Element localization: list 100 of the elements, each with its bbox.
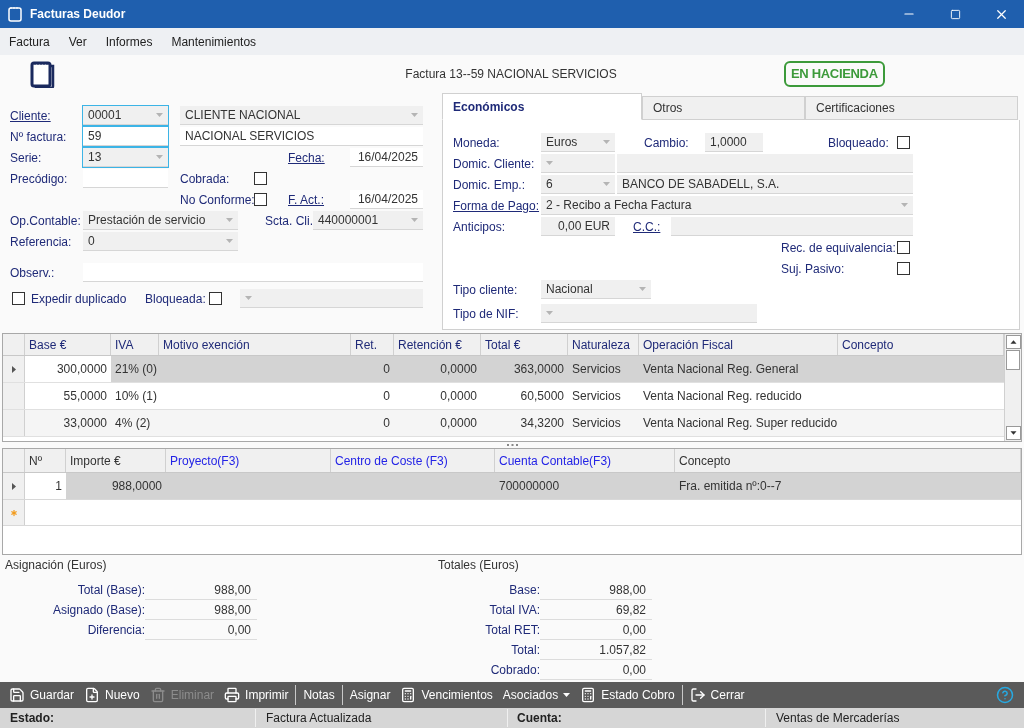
caret-icon [546, 311, 553, 315]
text-field[interactable]: 16/04/2025 [350, 148, 423, 167]
table-cell-text: Servicios [571, 361, 622, 378]
table-row[interactable]: 300,0000 21% (0) 0 0,0000 363,0000 Servicios Venta Nacional Reg. General [3, 356, 1004, 383]
dropdown[interactable]: Prestación de servicio [83, 211, 238, 230]
column-header[interactable]: Total € [481, 334, 568, 355]
dropdown[interactable]: 2 - Recibo a Fecha Factura [541, 196, 913, 215]
field-label[interactable]: Forma de Pago: [453, 196, 541, 215]
dropdown[interactable]: 00001 [83, 106, 168, 125]
toolbar-button[interactable]: Nuevo [79, 684, 145, 706]
column-header[interactable]: Proyecto(F3) [166, 449, 331, 472]
scroll-up-icon[interactable] [1006, 335, 1021, 349]
total-value: 0,00 [540, 620, 652, 640]
calculator-icon [400, 687, 417, 703]
column-header[interactable]: Ret. [351, 334, 394, 355]
column-header[interactable]: Base € [25, 334, 111, 355]
dropdown[interactable]: 13 [83, 148, 168, 167]
field-label: Domic. Emp.: [453, 176, 526, 194]
text-field[interactable]: 16/04/2025 [350, 190, 423, 209]
scroll-down-icon[interactable] [1006, 426, 1021, 440]
total-value: 988,00 [145, 580, 257, 600]
dropdown[interactable]: 6 [541, 175, 615, 194]
tab[interactable]: Certificaciones [805, 96, 1018, 120]
text-field[interactable] [83, 169, 168, 188]
text-field[interactable]: 1,0000 [705, 133, 763, 152]
table-cell-text: 60,5000 [519, 388, 565, 405]
toolbar-button[interactable]: Asignar [344, 684, 396, 706]
table-cell-text: 988,0000 [110, 478, 163, 495]
table-cell-text: Venta Nacional Reg. reducido [642, 388, 803, 405]
field-label: Cambio: [644, 134, 690, 152]
text-field[interactable]: 59 [83, 127, 168, 146]
table-row[interactable]: 1 988,0000 700000000 Fra. emitida nº:0--7 [3, 473, 1021, 500]
toolbar-button[interactable]: Imprimir [219, 684, 294, 706]
table-row[interactable]: 55,0000 10% (1) 0 0,0000 60,5000 Servicios Venta Nacional Reg. reducido [3, 383, 1004, 410]
scroll-thumb[interactable] [1006, 350, 1020, 370]
checkbox[interactable] [897, 241, 910, 254]
dropdown[interactable]: 440000001 [313, 211, 423, 230]
text-field[interactable] [617, 154, 913, 173]
tab[interactable]: Económicos [442, 93, 642, 120]
text-field[interactable] [83, 263, 423, 282]
field-label: Scta. Cli. [265, 212, 313, 230]
column-header[interactable]: Motivo exención [159, 334, 351, 355]
tab[interactable]: Otros [642, 96, 805, 120]
help-icon[interactable] [996, 686, 1014, 704]
menu-item[interactable]: Ver [68, 32, 87, 51]
checkbox[interactable] [254, 193, 267, 206]
column-header[interactable]: Operación Fiscal [639, 334, 838, 355]
toolbar-button[interactable]: Cerrar [684, 684, 750, 706]
menu-item[interactable]: Mantenimientos [171, 32, 257, 51]
maximize-icon [949, 8, 961, 20]
checkbox[interactable] [897, 136, 910, 149]
toolbar-button[interactable]: Estado Cobro [575, 684, 680, 706]
dropdown[interactable]: 0 [83, 232, 238, 251]
dropdown[interactable]: Euros [541, 133, 615, 152]
table-cell-text: Fra. emitida nº:0--7 [678, 478, 783, 495]
total-value: 0,00 [540, 660, 652, 680]
menu-item[interactable]: Factura [9, 32, 50, 51]
field-label[interactable]: Fecha: [288, 148, 350, 167]
column-header[interactable]: Retención € [394, 334, 481, 355]
dropdown[interactable]: CLIENTE NACIONAL [180, 106, 423, 125]
scrollbar[interactable] [1004, 334, 1021, 441]
table-cell: 300,0000 [25, 356, 111, 382]
checkbox[interactable] [209, 292, 222, 305]
dropdown[interactable]: Nacional [541, 280, 651, 299]
toolbar-button[interactable]: Notas [298, 684, 340, 706]
window-title: Facturas Deudor [30, 6, 126, 23]
text-field[interactable]: BANCO DE SABADELL, S.A. [617, 175, 913, 194]
table-row[interactable]: 33,0000 4% (2) 0 0,0000 34,3200 Servicios Venta Nacional Reg. Super reducido [3, 410, 1004, 437]
table-cell-text: 0,0000 [439, 415, 478, 432]
column-header[interactable]: Cuenta Contable(F3) [495, 449, 675, 472]
column-header[interactable]: Naturaleza [568, 334, 639, 355]
field-label[interactable]: C.C.: [633, 217, 671, 236]
notepad-icon [30, 60, 56, 88]
table-cell-text: 0,0000 [439, 361, 478, 378]
text-field[interactable] [671, 217, 913, 236]
field-label[interactable]: F. Act.: [288, 190, 350, 209]
field-label: Precódigo: [10, 170, 69, 188]
status-label: Estado: [0, 709, 256, 727]
caret-icon [546, 161, 553, 165]
toolbar-button[interactable]: Vencimientos [395, 684, 498, 706]
text-field[interactable]: NACIONAL SERVICIOS [180, 127, 423, 146]
table-cell-text: Venta Nacional Reg. Super reducido [642, 415, 838, 432]
toolbar-button[interactable]: Guardar [4, 684, 80, 706]
column-header[interactable]: Concepto [675, 449, 1021, 472]
text-field[interactable]: 0,00 EUR [541, 217, 615, 236]
table-cell-text: 4% (2) [114, 415, 152, 432]
toolbar-button[interactable]: Asociados [497, 684, 576, 706]
field-label[interactable]: Cliente: [10, 106, 83, 125]
caret-icon [563, 693, 571, 697]
column-header[interactable]: Importe € [66, 449, 166, 472]
checkbox[interactable] [12, 292, 25, 305]
column-header[interactable]: Nº [25, 449, 66, 472]
total-label: Total: [510, 642, 540, 659]
total-label: Cobrado: [489, 662, 540, 679]
menu-item[interactable]: Informes [105, 32, 153, 51]
column-header[interactable]: IVA [111, 334, 159, 355]
checkbox[interactable] [897, 262, 910, 275]
checkbox[interactable] [254, 172, 267, 185]
column-header[interactable]: Centro de Coste (F3) [331, 449, 495, 472]
table-cell: 1 [25, 473, 66, 499]
